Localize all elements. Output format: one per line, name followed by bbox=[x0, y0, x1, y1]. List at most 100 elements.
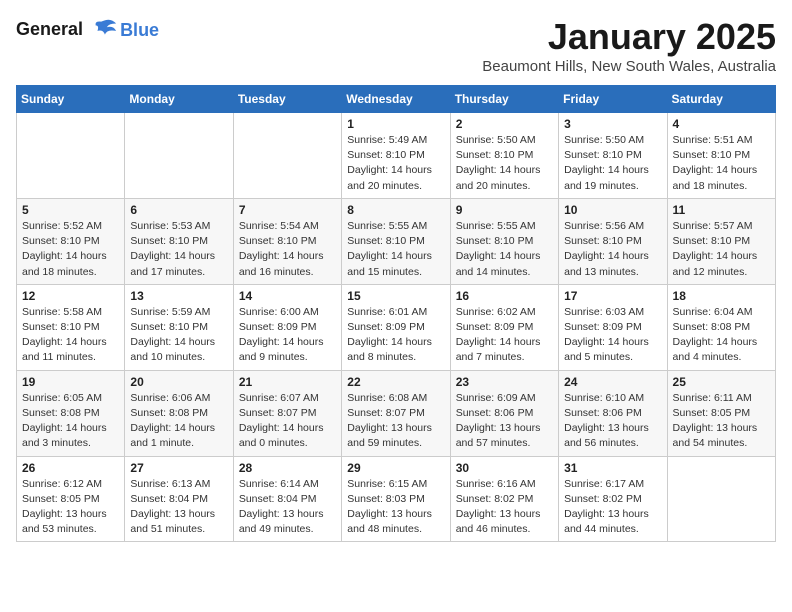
calendar-header: SundayMondayTuesdayWednesdayThursdayFrid… bbox=[17, 86, 776, 113]
calendar-cell: 10 Sunrise: 5:56 AMSunset: 8:10 PMDayligh… bbox=[559, 198, 667, 284]
calendar-cell: 22 Sunrise: 6:08 AMSunset: 8:07 PMDayligh… bbox=[342, 370, 450, 456]
day-number: 23 bbox=[456, 375, 553, 389]
day-number: 22 bbox=[347, 375, 444, 389]
calendar-cell: 2Sunrise: 5:50 AMSunset: 8:10 PMDaylight… bbox=[450, 113, 558, 199]
day-number: 30 bbox=[456, 461, 553, 475]
calendar-week-row: 5Sunrise: 5:52 AMSunset: 8:10 PMDaylight… bbox=[17, 198, 776, 284]
calendar-cell: 16 Sunrise: 6:02 AMSunset: 8:09 PMDayligh… bbox=[450, 284, 558, 370]
month-title: January 2025 bbox=[482, 16, 776, 58]
day-number: 18 bbox=[673, 289, 770, 303]
day-number: 3 bbox=[564, 117, 661, 131]
day-info: Sunrise: 6:07 AMSunset: 8:07 PMDaylight:… bbox=[239, 391, 336, 452]
calendar-week-row: 12 Sunrise: 5:58 AMSunset: 8:10 PMDayligh… bbox=[17, 284, 776, 370]
day-info: Sunrise: 6:14 AMSunset: 8:04 PMDaylight:… bbox=[239, 477, 336, 538]
day-info: Sunrise: 5:50 AMSunset: 8:10 PMDaylight:… bbox=[456, 133, 553, 194]
day-info: Sunrise: 6:02 AMSunset: 8:09 PMDaylight:… bbox=[456, 305, 553, 366]
page-header: General Blue January 2025 Beaumont Hills… bbox=[16, 16, 776, 75]
calendar-cell: 6 Sunrise: 5:53 AMSunset: 8:10 PMDaylight… bbox=[125, 198, 233, 284]
day-number: 25 bbox=[673, 375, 770, 389]
calendar-cell: 31Sunrise: 6:17 AMSunset: 8:02 PMDayligh… bbox=[559, 456, 667, 542]
logo-blue: Blue bbox=[120, 20, 159, 41]
day-number: 11 bbox=[673, 203, 770, 217]
day-info: Sunrise: 6:05 AMSunset: 8:08 PMDaylight:… bbox=[22, 391, 119, 452]
calendar-week-row: 26 Sunrise: 6:12 AMSunset: 8:05 PMDayligh… bbox=[17, 456, 776, 542]
calendar-body: 1Sunrise: 5:49 AMSunset: 8:10 PMDaylight… bbox=[17, 113, 776, 542]
day-info: Sunrise: 6:13 AMSunset: 8:04 PMDaylight:… bbox=[130, 477, 227, 538]
day-info: Sunrise: 6:15 AMSunset: 8:03 PMDaylight:… bbox=[347, 477, 444, 538]
calendar-cell: 24 Sunrise: 6:10 AMSunset: 8:06 PMDayligh… bbox=[559, 370, 667, 456]
day-info: Sunrise: 5:56 AMSunset: 8:10 PMDaylight:… bbox=[564, 219, 661, 280]
day-info: Sunrise: 5:49 AMSunset: 8:10 PMDaylight:… bbox=[347, 133, 444, 194]
day-number: 12 bbox=[22, 289, 119, 303]
calendar-cell: 28 Sunrise: 6:14 AMSunset: 8:04 PMDayligh… bbox=[233, 456, 341, 542]
day-number: 20 bbox=[130, 375, 227, 389]
calendar-cell bbox=[667, 456, 775, 542]
day-info: Sunrise: 5:59 AMSunset: 8:10 PMDaylight:… bbox=[130, 305, 227, 366]
weekday-header-sunday: Sunday bbox=[17, 86, 125, 113]
calendar-cell bbox=[125, 113, 233, 199]
calendar-cell: 15Sunrise: 6:01 AMSunset: 8:09 PMDayligh… bbox=[342, 284, 450, 370]
day-number: 10 bbox=[564, 203, 661, 217]
day-number: 31 bbox=[564, 461, 661, 475]
day-info: Sunrise: 6:03 AMSunset: 8:09 PMDaylight:… bbox=[564, 305, 661, 366]
title-block: January 2025 Beaumont Hills, New South W… bbox=[482, 16, 776, 75]
calendar-cell: 18 Sunrise: 6:04 AMSunset: 8:08 PMDayligh… bbox=[667, 284, 775, 370]
calendar-week-row: 1Sunrise: 5:49 AMSunset: 8:10 PMDaylight… bbox=[17, 113, 776, 199]
calendar-cell: 4Sunrise: 5:51 AMSunset: 8:10 PMDaylight… bbox=[667, 113, 775, 199]
location: Beaumont Hills, New South Wales, Austral… bbox=[482, 58, 776, 75]
day-number: 29 bbox=[347, 461, 444, 475]
day-number: 19 bbox=[22, 375, 119, 389]
day-info: Sunrise: 6:12 AMSunset: 8:05 PMDaylight:… bbox=[22, 477, 119, 538]
calendar-cell: 1Sunrise: 5:49 AMSunset: 8:10 PMDaylight… bbox=[342, 113, 450, 199]
day-number: 8 bbox=[347, 203, 444, 217]
day-number: 14 bbox=[239, 289, 336, 303]
calendar-week-row: 19 Sunrise: 6:05 AMSunset: 8:08 PMDayligh… bbox=[17, 370, 776, 456]
calendar-cell: 21 Sunrise: 6:07 AMSunset: 8:07 PMDayligh… bbox=[233, 370, 341, 456]
day-info: Sunrise: 5:50 AMSunset: 8:10 PMDaylight:… bbox=[564, 133, 661, 194]
calendar-cell: 20Sunrise: 6:06 AMSunset: 8:08 PMDayligh… bbox=[125, 370, 233, 456]
calendar-cell: 29 Sunrise: 6:15 AMSunset: 8:03 PMDayligh… bbox=[342, 456, 450, 542]
day-number: 26 bbox=[22, 461, 119, 475]
day-info: Sunrise: 5:57 AMSunset: 8:10 PMDaylight:… bbox=[673, 219, 770, 280]
calendar-cell: 14Sunrise: 6:00 AMSunset: 8:09 PMDayligh… bbox=[233, 284, 341, 370]
calendar-cell: 7 Sunrise: 5:54 AMSunset: 8:10 PMDaylight… bbox=[233, 198, 341, 284]
weekday-header-thursday: Thursday bbox=[450, 86, 558, 113]
logo: General Blue bbox=[16, 16, 159, 44]
day-info: Sunrise: 5:55 AMSunset: 8:10 PMDaylight:… bbox=[456, 219, 553, 280]
calendar-cell: 19 Sunrise: 6:05 AMSunset: 8:08 PMDayligh… bbox=[17, 370, 125, 456]
calendar-cell: 12 Sunrise: 5:58 AMSunset: 8:10 PMDayligh… bbox=[17, 284, 125, 370]
day-number: 21 bbox=[239, 375, 336, 389]
day-info: Sunrise: 5:53 AMSunset: 8:10 PMDaylight:… bbox=[130, 219, 227, 280]
calendar-cell bbox=[233, 113, 341, 199]
day-number: 7 bbox=[239, 203, 336, 217]
day-info: Sunrise: 5:58 AMSunset: 8:10 PMDaylight:… bbox=[22, 305, 119, 366]
weekday-header-friday: Friday bbox=[559, 86, 667, 113]
day-info: Sunrise: 6:08 AMSunset: 8:07 PMDaylight:… bbox=[347, 391, 444, 452]
logo-general: General bbox=[16, 19, 83, 39]
day-info: Sunrise: 6:10 AMSunset: 8:06 PMDaylight:… bbox=[564, 391, 661, 452]
day-number: 27 bbox=[130, 461, 227, 475]
calendar-table: SundayMondayTuesdayWednesdayThursdayFrid… bbox=[16, 85, 776, 542]
day-number: 16 bbox=[456, 289, 553, 303]
calendar-cell bbox=[17, 113, 125, 199]
day-number: 5 bbox=[22, 203, 119, 217]
day-info: Sunrise: 5:55 AMSunset: 8:10 PMDaylight:… bbox=[347, 219, 444, 280]
day-info: Sunrise: 6:16 AMSunset: 8:02 PMDaylight:… bbox=[456, 477, 553, 538]
logo-bird-icon bbox=[90, 16, 118, 44]
day-info: Sunrise: 6:09 AMSunset: 8:06 PMDaylight:… bbox=[456, 391, 553, 452]
weekday-header-monday: Monday bbox=[125, 86, 233, 113]
day-number: 24 bbox=[564, 375, 661, 389]
day-number: 28 bbox=[239, 461, 336, 475]
calendar-cell: 8 Sunrise: 5:55 AMSunset: 8:10 PMDaylight… bbox=[342, 198, 450, 284]
weekday-header-saturday: Saturday bbox=[667, 86, 775, 113]
day-number: 4 bbox=[673, 117, 770, 131]
day-info: Sunrise: 5:54 AMSunset: 8:10 PMDaylight:… bbox=[239, 219, 336, 280]
calendar-cell: 17Sunrise: 6:03 AMSunset: 8:09 PMDayligh… bbox=[559, 284, 667, 370]
weekday-header-tuesday: Tuesday bbox=[233, 86, 341, 113]
calendar-cell: 5Sunrise: 5:52 AMSunset: 8:10 PMDaylight… bbox=[17, 198, 125, 284]
day-info: Sunrise: 6:01 AMSunset: 8:09 PMDaylight:… bbox=[347, 305, 444, 366]
day-info: Sunrise: 6:04 AMSunset: 8:08 PMDaylight:… bbox=[673, 305, 770, 366]
day-info: Sunrise: 6:11 AMSunset: 8:05 PMDaylight:… bbox=[673, 391, 770, 452]
day-number: 6 bbox=[130, 203, 227, 217]
calendar-cell: 25 Sunrise: 6:11 AMSunset: 8:05 PMDayligh… bbox=[667, 370, 775, 456]
